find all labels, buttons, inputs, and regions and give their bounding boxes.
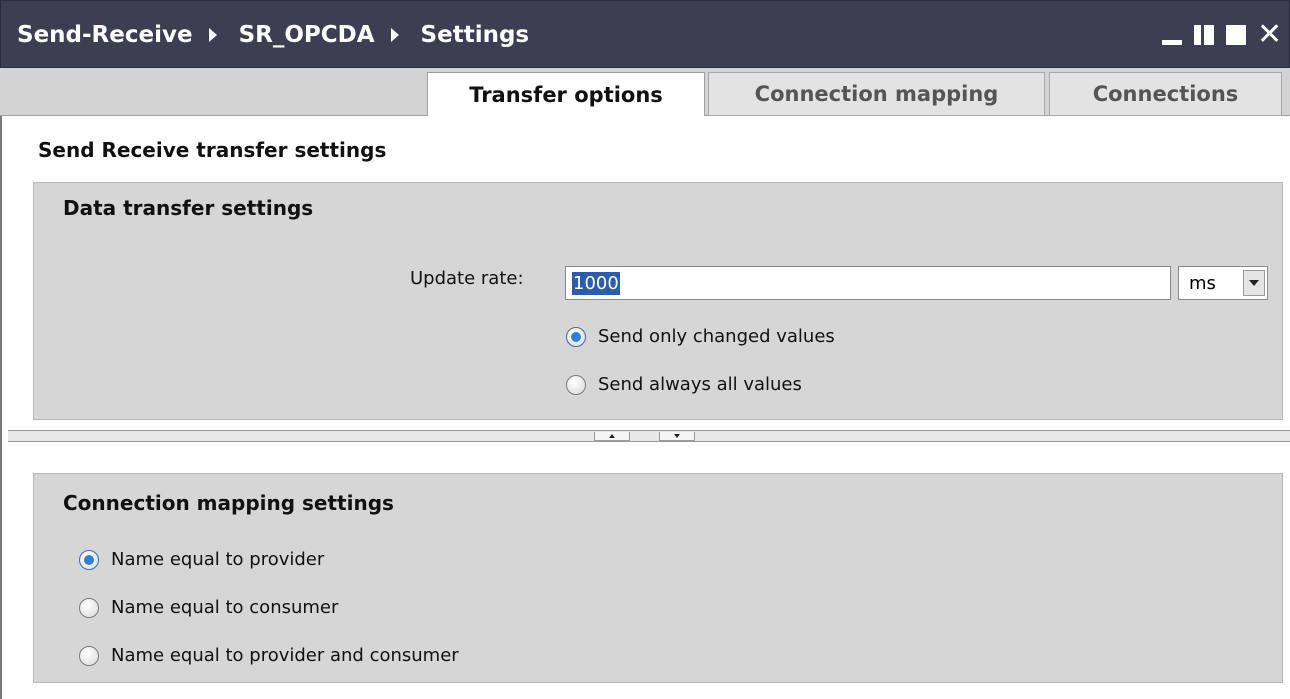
radio-label: Name equal to consumer <box>111 597 339 618</box>
radio-send-always-all[interactable]: Send always all values <box>566 374 802 395</box>
window-controls: ✕ <box>1161 1 1282 69</box>
float-window-icon[interactable] <box>1193 24 1215 46</box>
radio-selected-icon[interactable] <box>79 549 99 570</box>
tab-connection-mapping[interactable]: Connection mapping <box>708 72 1045 116</box>
section-title: Send Receive transfer settings <box>38 138 387 162</box>
breadcrumb-item-send-receive[interactable]: Send-Receive <box>17 22 193 48</box>
radio-label: Send always all values <box>598 374 802 395</box>
tab-transfer-options[interactable]: Transfer options <box>427 72 705 117</box>
radio-label: Send only changed values <box>598 326 835 347</box>
radio-label: Name equal to provider <box>111 549 325 570</box>
breadcrumb-item-settings[interactable]: Settings <box>421 22 530 48</box>
radio-send-only-changed[interactable]: Send only changed values <box>566 326 835 347</box>
update-rate-value: 1000 <box>572 271 620 295</box>
radio-unselected-icon[interactable] <box>566 374 586 395</box>
radio-unselected-icon[interactable] <box>79 645 99 666</box>
update-rate-input[interactable]: 1000 <box>565 266 1171 300</box>
radio-name-equal-provider[interactable]: Name equal to provider <box>79 549 324 570</box>
radio-name-equal-consumer[interactable]: Name equal to consumer <box>79 597 338 618</box>
triangle-right-icon <box>208 28 217 42</box>
radio-unselected-icon[interactable] <box>79 597 99 618</box>
radio-selected-icon[interactable] <box>566 326 586 347</box>
arrow-up-icon[interactable] <box>594 432 630 441</box>
editor-titlebar: Send-Receive SR_OPCDA Settings ✕ <box>0 0 1290 68</box>
radio-name-equal-provider-and-consumer[interactable]: Name equal to provider and consumer <box>79 645 459 666</box>
close-icon[interactable]: ✕ <box>1257 20 1282 50</box>
update-rate-unit-select[interactable]: ms <box>1178 266 1268 300</box>
tab-bar: Transfer options Connection mapping Conn… <box>0 68 1290 117</box>
minimize-icon[interactable] <box>1161 24 1183 46</box>
arrow-down-icon[interactable] <box>659 432 695 441</box>
tab-connections[interactable]: Connections <box>1049 72 1282 116</box>
breadcrumb: Send-Receive SR_OPCDA Settings <box>17 1 529 69</box>
triangle-right-icon <box>390 28 399 42</box>
update-rate-label: Update rate: <box>410 268 524 289</box>
data-transfer-settings-title: Data transfer settings <box>63 196 314 220</box>
connection-mapping-settings-title: Connection mapping settings <box>63 491 394 515</box>
update-rate-unit-value: ms <box>1189 272 1216 294</box>
splitter-bar[interactable] <box>8 430 1290 442</box>
radio-label: Name equal to provider and consumer <box>111 645 459 666</box>
maximize-icon[interactable] <box>1225 24 1247 46</box>
breadcrumb-item-sr-opcda[interactable]: SR_OPCDA <box>239 22 375 48</box>
chevron-down-icon[interactable] <box>1243 270 1265 296</box>
